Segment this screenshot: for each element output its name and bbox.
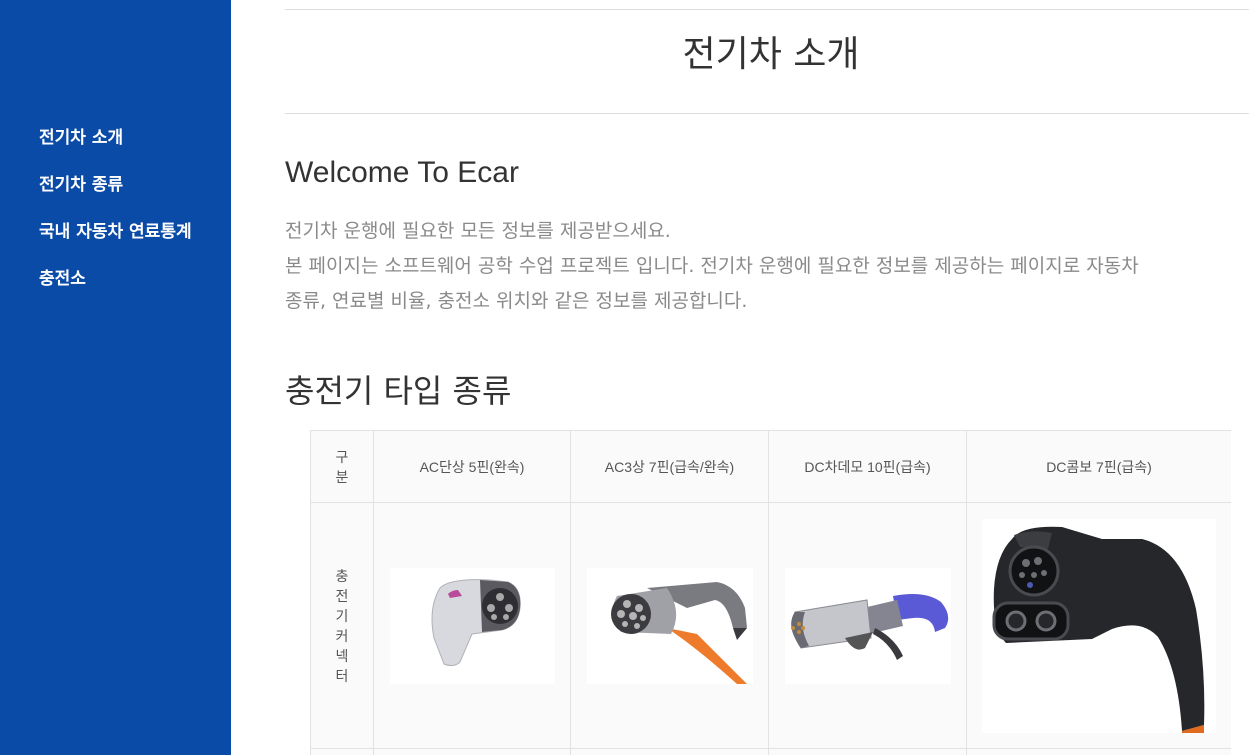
row-label-connector: 충전기커넥터 <box>310 502 374 749</box>
charger-types-table-wrapper: 구분 AC단상 5핀(완속) AC3상 7핀(급속/완속) DC차데모 10핀(… <box>310 430 1231 755</box>
top-divider <box>285 9 1249 10</box>
column-header: AC3상 7핀(급속/완속) <box>570 430 769 503</box>
charger-types-heading: 충전기 타입 종류 <box>285 372 512 410</box>
table-cell <box>570 502 769 749</box>
column-header: DC차데모 10핀(급속) <box>768 430 967 503</box>
intro-line-2: 본 페이지는 소프트웨어 공학 수업 프로젝트 입니다. 전기차 운행에 필요한… <box>285 255 1139 277</box>
dc-combo-7pin-connector-image <box>982 518 1216 733</box>
ac-single-5pin-connector-image <box>389 567 555 684</box>
sidebar-item-ev-types[interactable]: 전기차 종류 <box>39 175 199 195</box>
sidebar-item-fuel-stats[interactable]: 국내 자동차 연료통계 <box>39 222 199 242</box>
sidebar-item-charging-stations[interactable]: 충전소 <box>39 269 199 289</box>
column-header: DC콤보 7핀(급속) <box>966 430 1231 503</box>
charger-types-table: 구분 AC단상 5핀(완속) AC3상 7핀(급속/완속) DC차데모 10핀(… <box>310 430 1231 755</box>
table-corner-header: 구분 <box>310 430 374 503</box>
dc-chademo-10pin-connector-image <box>784 567 951 684</box>
table-cell <box>373 748 571 755</box>
intro-line-1: 전기차 운행에 필요한 모든 정보를 제공받으세요. <box>285 220 671 242</box>
sidebar: 전기차 소개 전기차 종류 국내 자동차 연료통계 충전소 <box>0 0 231 755</box>
welcome-heading: Welcome To Ecar <box>285 156 519 189</box>
page-title: 전기차 소개 <box>682 34 860 75</box>
ac-3phase-7pin-connector-image <box>586 567 753 684</box>
table-row: 충전기커넥터 <box>310 502 1231 749</box>
table-cell <box>966 502 1231 749</box>
table-cell <box>768 502 967 749</box>
intro-text: 전기차 운행에 필요한 모든 정보를 제공받으세요. 본 페이지는 소프트웨어 … <box>285 214 1249 319</box>
sidebar-item-ev-intro[interactable]: 전기차 소개 <box>39 128 199 148</box>
table-cell <box>570 748 769 755</box>
title-divider <box>285 113 1249 114</box>
sidebar-nav: 전기차 소개 전기차 종류 국내 자동차 연료통계 충전소 <box>39 128 199 316</box>
column-header: AC단상 5핀(완속) <box>373 430 571 503</box>
table-header-row: 구분 AC단상 5핀(완속) AC3상 7핀(급속/완속) DC차데모 10핀(… <box>310 430 1231 503</box>
table-row <box>310 748 1231 755</box>
table-cell <box>373 502 571 749</box>
table-cell <box>310 748 374 755</box>
table-cell <box>966 748 1231 755</box>
table-cell <box>768 748 967 755</box>
intro-line-3: 종류, 연료별 비율, 충전소 위치와 같은 정보를 제공합니다. <box>285 290 748 312</box>
